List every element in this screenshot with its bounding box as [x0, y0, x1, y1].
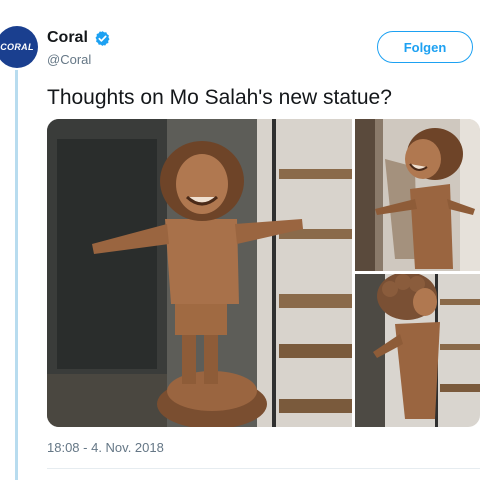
avatar[interactable]: CORAL	[0, 26, 38, 68]
media-grid[interactable]	[47, 119, 480, 427]
verified-badge-icon	[95, 31, 110, 46]
user-handle[interactable]: @Coral	[47, 52, 91, 67]
tweet-text: Thoughts on Mo Salah's new statue?	[47, 86, 392, 109]
follow-button[interactable]: Folgen	[377, 31, 473, 63]
thread-line	[15, 70, 18, 480]
tweet-timestamp[interactable]: 18:08 - 4. Nov. 2018	[47, 440, 164, 455]
avatar-logo-text: CORAL	[0, 42, 34, 52]
statue-photo-main[interactable]	[47, 119, 352, 427]
user-name[interactable]: Coral	[47, 29, 88, 47]
divider	[47, 468, 480, 469]
statue-photo-back[interactable]	[355, 274, 480, 427]
statue-photo-side[interactable]	[355, 119, 480, 271]
